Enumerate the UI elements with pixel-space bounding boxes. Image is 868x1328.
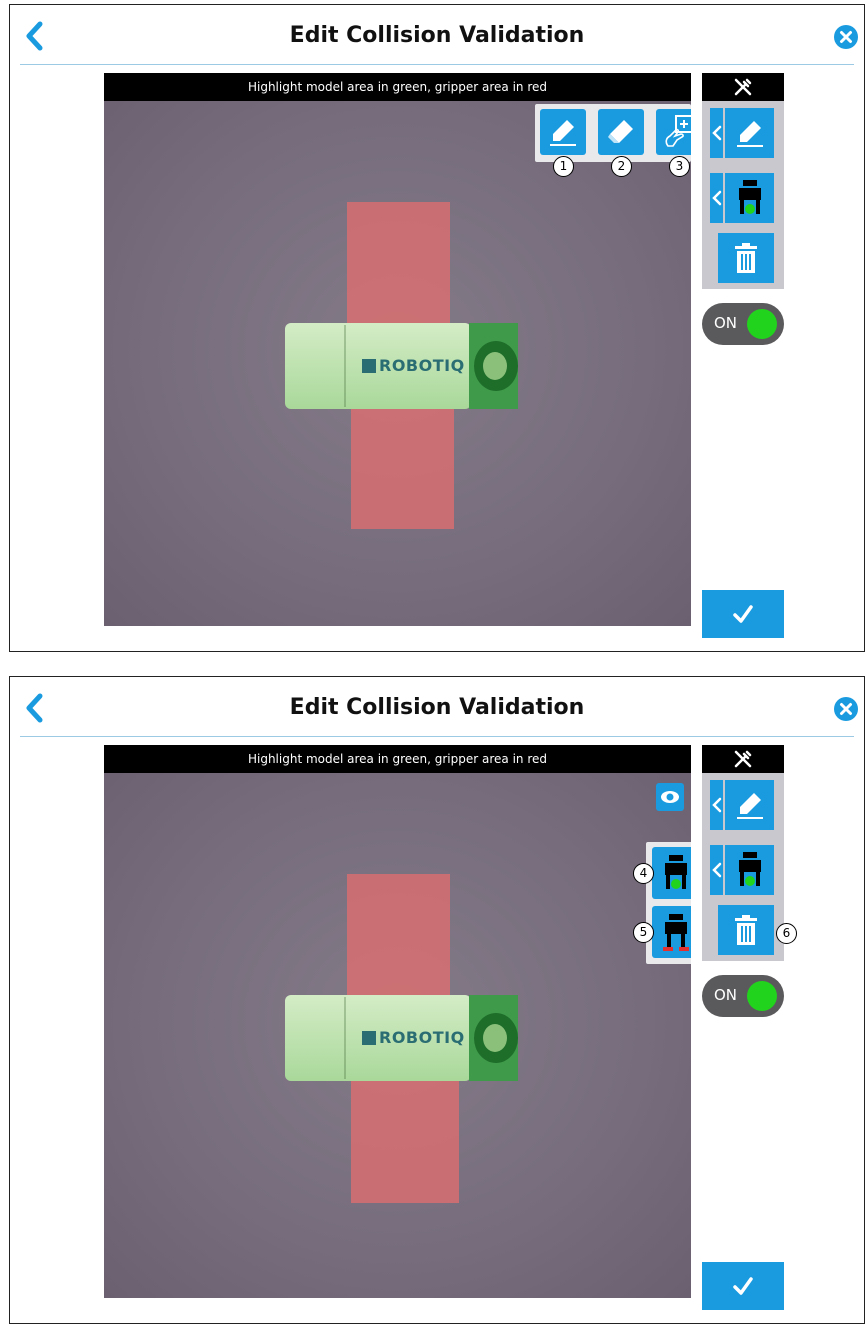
close-button[interactable] xyxy=(834,25,858,49)
trash-button[interactable] xyxy=(718,905,774,955)
close-circle-icon xyxy=(834,697,858,721)
tools-icon xyxy=(734,78,752,96)
marker-tool-selected[interactable] xyxy=(725,108,774,158)
callout-4: 4 xyxy=(633,863,654,884)
gripper-green-icon xyxy=(738,852,761,886)
close-button[interactable] xyxy=(834,697,858,721)
chevron-left-icon xyxy=(711,797,721,813)
robotiq-logo-text: ROBOTIQ xyxy=(379,1028,465,1047)
usb-stick-seam xyxy=(344,997,346,1079)
tools-sidebar xyxy=(702,745,784,961)
confirm-button[interactable] xyxy=(702,590,784,638)
tools-icon xyxy=(734,750,752,768)
toggle-knob xyxy=(747,309,777,339)
gripper-red-button[interactable] xyxy=(652,906,691,958)
gripper-green-button[interactable] xyxy=(652,847,691,899)
instruction-banner: Highlight model area in green, gripper a… xyxy=(104,745,691,773)
camera-view[interactable]: ROBOTIQ Highlight model area in green, g… xyxy=(104,73,691,626)
touch-add-icon xyxy=(665,115,691,147)
instruction-banner: Highlight model area in green, gripper a… xyxy=(104,73,691,101)
expand-gripper-arrow[interactable] xyxy=(710,173,723,223)
trash-button[interactable] xyxy=(718,233,774,283)
robotiq-logo-mark xyxy=(362,1031,376,1045)
marker-tool-selected[interactable] xyxy=(725,780,774,830)
trash-icon xyxy=(735,915,757,945)
chevron-left-icon xyxy=(711,862,721,878)
callout-6: 6 xyxy=(776,923,797,944)
robotiq-logo-text: ROBOTIQ xyxy=(379,356,465,375)
camera-view[interactable]: ROBOTIQ Highlight model area in green, g… xyxy=(104,745,691,1298)
gripper-area-top xyxy=(347,202,450,326)
collision-validation-screen-1: Edit Collision Validation ROBOTIQ Highli… xyxy=(9,4,865,652)
eraser-tool-button[interactable] xyxy=(598,109,644,155)
confirm-button[interactable] xyxy=(702,1262,784,1310)
gripper-green-icon xyxy=(738,180,761,214)
toggle-knob xyxy=(747,981,777,1011)
toggle-label: ON xyxy=(714,314,738,332)
overlay-toggle[interactable]: ON xyxy=(702,303,784,345)
expand-draw-tools-arrow[interactable] xyxy=(710,780,723,830)
callout-2: 2 xyxy=(611,156,632,177)
expand-gripper-arrow[interactable] xyxy=(710,845,723,895)
marker-icon xyxy=(550,120,576,146)
gripper-area-bottom xyxy=(351,1075,459,1203)
page-title: Edit Collision Validation xyxy=(289,695,585,720)
marker-icon xyxy=(736,121,763,147)
collision-validation-screen-2: Edit Collision Validation ROBOTIQ Highli… xyxy=(9,676,865,1324)
marker-icon xyxy=(736,793,763,819)
page-title: Edit Collision Validation xyxy=(289,23,585,48)
sidebar-header xyxy=(702,73,784,101)
toggle-label: ON xyxy=(714,986,738,1004)
gripper-red-icon xyxy=(663,914,689,951)
chevron-left-icon xyxy=(711,125,721,141)
gripper-area-top xyxy=(347,874,450,998)
close-circle-icon xyxy=(834,25,858,49)
sidebar-header xyxy=(702,745,784,773)
checkmark-icon xyxy=(733,605,753,623)
eraser-icon xyxy=(608,120,633,143)
visibility-button[interactable] xyxy=(656,783,684,811)
callout-5: 5 xyxy=(633,922,654,943)
gripper-area-bottom xyxy=(351,403,454,529)
overlay-toggle[interactable]: ON xyxy=(702,975,784,1017)
marker-tool-button[interactable] xyxy=(540,109,586,155)
header-divider xyxy=(20,736,854,737)
expand-draw-tools-arrow[interactable] xyxy=(710,108,723,158)
trash-icon xyxy=(735,243,757,273)
gripper-green-icon xyxy=(665,855,687,889)
header-divider xyxy=(20,64,854,65)
gripper-mode-button[interactable] xyxy=(725,845,774,895)
tools-sidebar xyxy=(702,73,784,289)
touch-add-tool-button[interactable] xyxy=(656,109,691,155)
eye-icon xyxy=(661,791,679,803)
callout-3: 3 xyxy=(669,156,690,177)
callout-1: 1 xyxy=(553,156,574,177)
checkmark-icon xyxy=(733,1277,753,1295)
chevron-left-icon xyxy=(711,190,721,206)
usb-stick-seam xyxy=(344,325,346,407)
usb-ring-hole xyxy=(483,352,507,380)
gripper-mode-button[interactable] xyxy=(725,173,774,223)
usb-ring-hole xyxy=(483,1024,507,1052)
robotiq-logo-mark xyxy=(362,359,376,373)
